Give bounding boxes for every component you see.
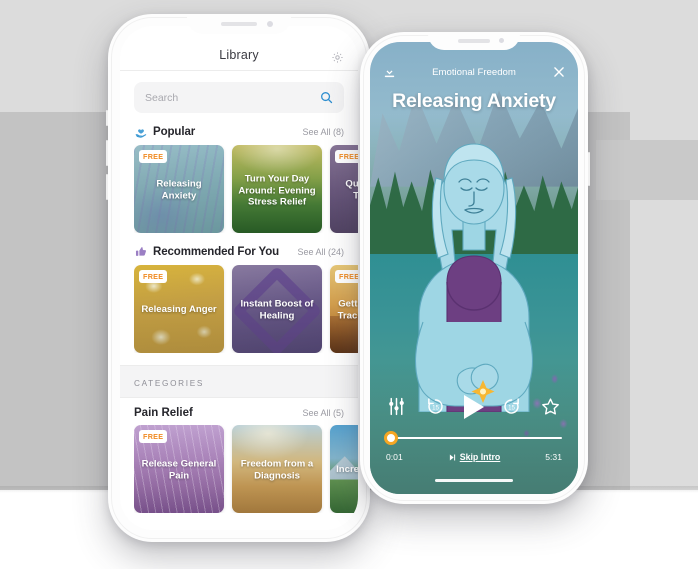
categories-text: CATEGORIES bbox=[134, 379, 205, 388]
list-item[interactable]: FREE Getting Back on Track After Loss bbox=[330, 265, 358, 353]
card-title: Instant Boost of Healing bbox=[240, 298, 314, 322]
phone-left-volume-down-button[interactable] bbox=[106, 174, 108, 200]
section-title: Pain Relief bbox=[134, 407, 193, 419]
duration-time: 5:31 bbox=[545, 452, 562, 462]
see-all-pain-relief-link[interactable]: See All (5) bbox=[302, 408, 344, 418]
background-plate-right-lower bbox=[630, 200, 698, 490]
card-title: Releasing Anger bbox=[141, 303, 217, 315]
section-header-pain-relief: Pain Relief See All (5) bbox=[134, 407, 344, 419]
search-input[interactable]: Search bbox=[134, 82, 344, 113]
svg-text:15: 15 bbox=[508, 404, 515, 411]
section-header-recommended: Recommended For You See All (24) bbox=[134, 245, 344, 259]
list-item[interactable]: FREE Quiet Racing Thoughts bbox=[330, 145, 358, 233]
card-title: Turn Your Day Around: Evening Stress Rel… bbox=[238, 173, 316, 208]
section-title: Popular bbox=[153, 126, 196, 138]
front-camera bbox=[498, 38, 504, 44]
card-row-popular[interactable]: FREE Releasing Anxiety Turn Your Day Aro… bbox=[134, 145, 358, 233]
card-title: Increase Mobility bbox=[336, 463, 358, 475]
earpiece-speaker bbox=[458, 39, 490, 43]
card-title: Quiet Racing Thoughts bbox=[345, 178, 358, 202]
forward-15-icon[interactable]: 15 bbox=[501, 396, 523, 418]
earpiece-speaker bbox=[221, 22, 257, 26]
phone-right-power-button[interactable] bbox=[588, 152, 590, 186]
track-title: Releasing Anxiety bbox=[392, 90, 556, 112]
front-camera bbox=[267, 21, 273, 27]
progress-track bbox=[386, 437, 562, 440]
skip-intro-button[interactable]: Skip Intro bbox=[448, 452, 501, 462]
library-phone-device: Library Search Popular See All (8) FREE … bbox=[106, 14, 372, 542]
star-icon[interactable] bbox=[540, 396, 562, 418]
free-badge: FREE bbox=[335, 270, 358, 283]
categories-label: CATEGORIES bbox=[120, 365, 358, 398]
see-all-recommended-link[interactable]: See All (24) bbox=[297, 247, 344, 257]
player-phone-device: Emotional Freedom Releasing Anxiety 15 1… bbox=[360, 32, 590, 504]
svg-text:15: 15 bbox=[432, 404, 439, 411]
card-row-recommended[interactable]: FREE Releasing Anger Instant Boost of He… bbox=[134, 265, 358, 353]
phone-left-mute-button[interactable] bbox=[106, 110, 108, 126]
search-icon[interactable] bbox=[319, 90, 334, 105]
free-badge: FREE bbox=[335, 150, 358, 163]
search-placeholder: Search bbox=[145, 91, 179, 104]
elapsed-time: 0:01 bbox=[386, 452, 403, 462]
background-plate-band bbox=[596, 140, 698, 200]
list-item[interactable]: Freedom from a Diagnosis bbox=[232, 425, 322, 513]
player-timeline: 0:01 Skip Intro 5:31 bbox=[386, 452, 562, 462]
skip-next-icon bbox=[449, 454, 455, 460]
gear-icon[interactable] bbox=[331, 51, 344, 64]
card-title: Freedom from a Diagnosis bbox=[240, 458, 314, 482]
list-item[interactable]: FREE Releasing Anxiety bbox=[134, 145, 224, 233]
phone-left-volume-up-button[interactable] bbox=[106, 140, 108, 166]
free-badge: FREE bbox=[139, 430, 168, 443]
list-item[interactable]: Turn Your Day Around: Evening Stress Rel… bbox=[232, 145, 322, 233]
see-all-popular-link[interactable]: See All (8) bbox=[302, 127, 344, 137]
hand-heart-icon bbox=[134, 125, 148, 139]
page-title: Library bbox=[219, 48, 259, 62]
player-screen: Emotional Freedom Releasing Anxiety 15 1… bbox=[370, 42, 578, 494]
equalizer-icon[interactable] bbox=[386, 396, 408, 418]
phone-right-notch bbox=[428, 32, 520, 50]
player-top-bar: Emotional Freedom bbox=[370, 66, 578, 84]
play-icon[interactable] bbox=[464, 395, 484, 419]
free-badge: FREE bbox=[139, 150, 168, 163]
rewind-15-icon[interactable]: 15 bbox=[425, 396, 447, 418]
phone-left-notch bbox=[187, 14, 291, 34]
collection-label: Emotional Freedom bbox=[432, 67, 516, 78]
thumbs-up-icon bbox=[134, 245, 148, 259]
background-plate-right-upper bbox=[630, 112, 698, 140]
close-icon[interactable] bbox=[552, 65, 566, 79]
list-item[interactable]: Increase Mobility bbox=[330, 425, 358, 513]
card-title: Releasing Anxiety bbox=[156, 178, 202, 202]
card-title: Getting Back on Track After Loss bbox=[337, 298, 358, 322]
section-header-popular: Popular See All (8) bbox=[134, 125, 344, 139]
progress-knob[interactable] bbox=[384, 431, 398, 445]
list-item[interactable]: FREE Release General Pain bbox=[134, 425, 224, 513]
progress-bar[interactable] bbox=[384, 431, 562, 445]
section-title: Recommended For You bbox=[153, 246, 280, 258]
list-item[interactable]: FREE Releasing Anger bbox=[134, 265, 224, 353]
card-row-pain-relief[interactable]: FREE Release General Pain Freedom from a… bbox=[134, 425, 358, 513]
card-title: Release General Pain bbox=[141, 458, 217, 482]
meditation-illustration bbox=[379, 122, 569, 413]
library-screen: Library Search Popular See All (8) FREE … bbox=[120, 26, 358, 530]
free-badge: FREE bbox=[139, 270, 168, 283]
home-indicator[interactable] bbox=[435, 478, 513, 482]
list-item[interactable]: Instant Boost of Healing bbox=[232, 265, 322, 353]
skip-intro-label: Skip Intro bbox=[459, 452, 501, 462]
player-controls: 15 15 bbox=[370, 392, 578, 422]
